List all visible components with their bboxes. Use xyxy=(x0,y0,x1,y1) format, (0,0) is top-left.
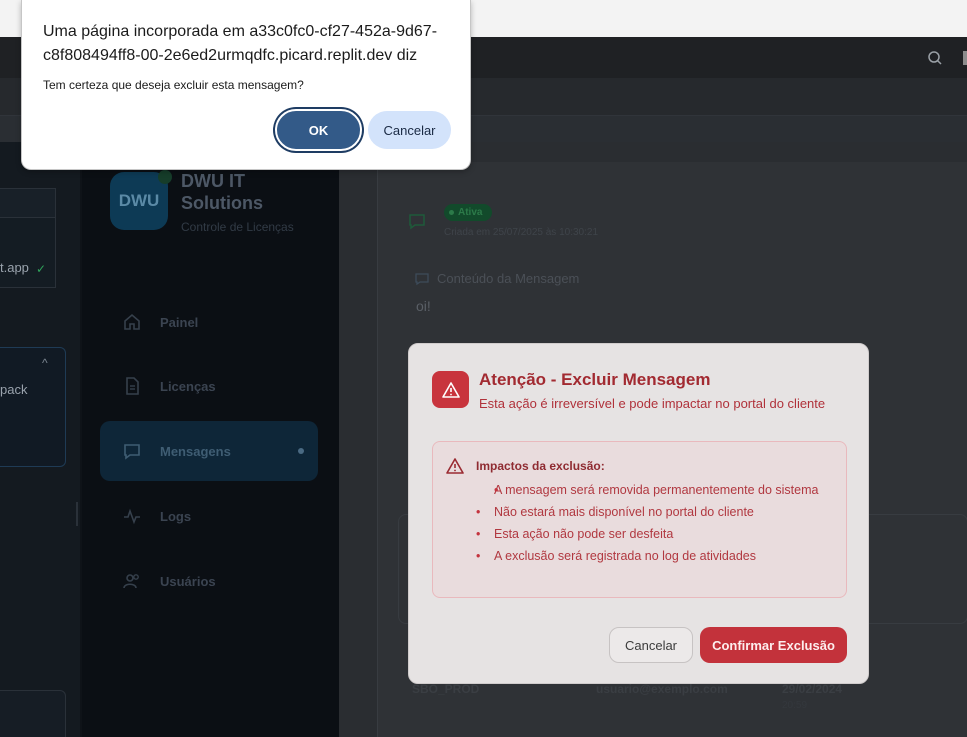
alert-triangle-icon xyxy=(446,458,464,474)
sidebar-item-label: Licenças xyxy=(160,378,216,394)
left-pane-app-text: t.app xyxy=(0,260,29,275)
pane-resize-handle[interactable] xyxy=(76,502,78,526)
left-pane-row xyxy=(0,218,56,288)
toolbar-edge xyxy=(963,51,967,65)
search-icon[interactable] xyxy=(927,50,943,66)
modal-subtitle: Esta ação é irreversível e pode impactar… xyxy=(479,396,826,411)
sidebar-item-mensagens[interactable]: Mensagens xyxy=(100,421,318,481)
warning-badge xyxy=(432,371,469,408)
sidebar-item-usuarios[interactable]: Usuários xyxy=(100,551,318,611)
sidebar-item-painel[interactable]: Painel xyxy=(100,292,318,352)
sidebar-item-logs[interactable]: Logs xyxy=(100,486,318,546)
list-item: Não estará mais disponível no portal do … xyxy=(476,504,846,521)
home-icon xyxy=(124,313,140,330)
sidebar-item-label: Logs xyxy=(160,508,192,524)
ok-button[interactable]: OK xyxy=(275,109,362,151)
left-pane: t.app ✓ ^ pack xyxy=(0,142,80,737)
content-title: Conteúdo da Mensagem xyxy=(437,271,580,286)
left-pane-card[interactable] xyxy=(0,347,66,467)
message-icon xyxy=(415,273,429,286)
confirm-delete-button[interactable]: Confirmar Exclusão xyxy=(700,627,847,663)
list-item: A mensagem será removida permanentemente… xyxy=(476,482,846,499)
delete-confirm-modal: Atenção - Excluir Mensagem Esta ação é i… xyxy=(408,343,869,684)
alert-message: Tem certeza que deseja excluir esta mens… xyxy=(43,78,304,92)
sidebar-item-label: Mensagens xyxy=(160,443,231,459)
sidebar-item-label: Usuários xyxy=(160,573,216,589)
table-cell-email: usuario@exemplo.com xyxy=(596,682,728,696)
left-pane-row xyxy=(0,188,56,218)
table-cell-time: 20:59 xyxy=(782,700,808,711)
alert-cancel-button[interactable]: Cancelar xyxy=(368,111,451,149)
impacts-title: Impactos da exclusão: xyxy=(476,459,605,473)
sidebar-item-licencas[interactable]: Licenças xyxy=(100,356,318,416)
impacts-box: Impactos da exclusão: A mensagem será re… xyxy=(432,441,847,598)
left-pane-pack-text: pack xyxy=(0,382,28,397)
status-badge: Ativa xyxy=(444,204,493,221)
brand-name: DWU IT Solutions xyxy=(181,171,263,213)
alert-triangle-icon xyxy=(441,381,460,398)
sidebar-item-label: Painel xyxy=(160,314,199,330)
active-indicator-dot xyxy=(298,448,304,454)
table-cell-client: SBO_PROD xyxy=(412,682,480,696)
message-icon xyxy=(124,444,140,460)
modal-title: Atenção - Excluir Mensagem xyxy=(479,370,711,389)
list-item: A exclusão será registrada no log de ati… xyxy=(476,548,846,565)
cancel-button[interactable]: Cancelar xyxy=(609,627,693,663)
left-pane-bottom-card[interactable] xyxy=(0,690,66,737)
alert-title: Uma página incorporada em a33c0fc0-cf27-… xyxy=(43,23,438,64)
impacts-list: A mensagem será removida permanentemente… xyxy=(476,482,846,570)
list-item: Esta ação não pode ser desfeita xyxy=(476,526,846,543)
users-icon xyxy=(123,574,139,589)
brand-subtitle: Controle de Licenças xyxy=(181,220,294,234)
chat-icon xyxy=(409,214,425,230)
created-timestamp: Criada em 25/07/2025 às 10:30:21 xyxy=(444,227,598,238)
content-body: oi! xyxy=(416,298,431,314)
chevron-up-icon[interactable]: ^ xyxy=(42,356,48,370)
document-icon xyxy=(126,377,139,395)
app-sidebar: DWU DWU IT Solutions Controle de Licença… xyxy=(82,142,339,737)
table-cell-date: 29/02/2024 xyxy=(782,682,843,696)
browser-alert-dialog: Uma página incorporada em a33c0fc0-cf27-… xyxy=(21,0,471,170)
check-icon: ✓ xyxy=(36,262,47,276)
activity-icon xyxy=(124,508,140,525)
logo-status-dot xyxy=(158,170,172,184)
